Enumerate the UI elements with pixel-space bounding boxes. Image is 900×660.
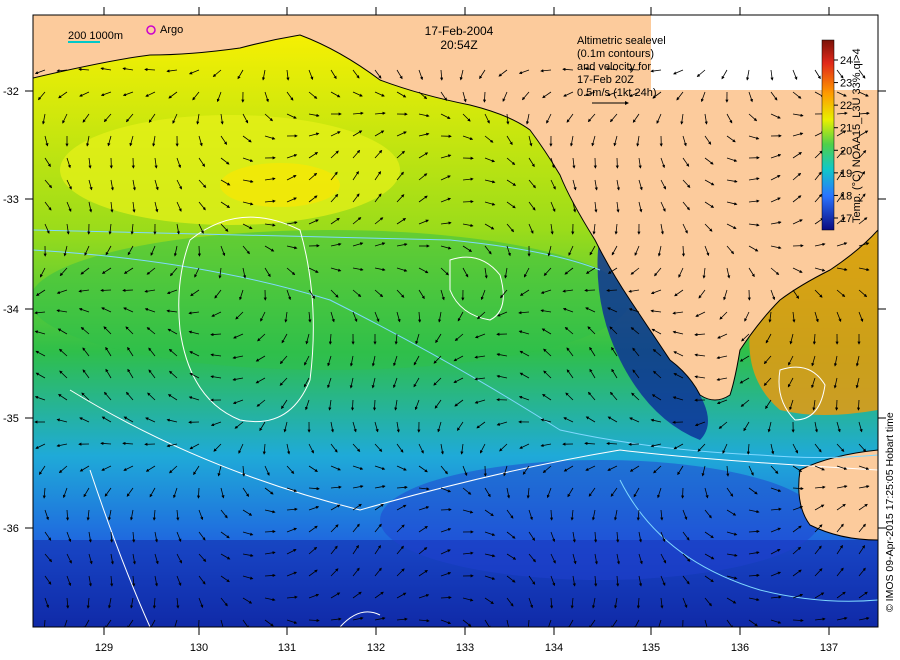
plot-area [33,15,878,627]
velocity-arrow [440,508,452,512]
argo-label: Argo [160,24,183,36]
lat-tick-label: -32 [3,86,19,98]
velocity-arrow [462,200,474,204]
lon-tick-label: 136 [731,642,749,654]
sst-map: 200 1000m Argo 17-Feb-2004 20:54Z Altime… [3,7,896,654]
map-date: 17-Feb-2004 [425,24,494,38]
velocity-arrow [197,245,201,257]
cold-patch [380,460,820,580]
warm-patch [60,115,400,225]
lat-tick-label: -35 [3,413,19,425]
velocity-arrow [100,288,112,292]
colorbar [821,39,835,231]
lon-tick-label: 133 [456,642,474,654]
lat-tick-label: -36 [3,523,19,535]
credit-text: © IMOS 09-Apr-2015 17:25:05 Hobart time [884,412,896,612]
lon-tick-label: 134 [545,642,563,654]
lat-tick-label: -34 [3,304,19,316]
velocity-note-2: and velocity for [577,61,651,73]
velocity-arrow [835,399,839,411]
velocity-arrow [122,288,134,292]
lon-tick-label: 131 [278,642,296,654]
lon-tick-label: 132 [367,642,385,654]
velocity-arrow [681,487,685,499]
lon-tick-label: 130 [190,642,208,654]
velocity-note-0: Altimetric sealevel [577,35,666,47]
scale-label: 200 1000m [68,30,123,42]
lat-tick-label: -33 [3,194,19,206]
velocity-note-4: 0.5m/s (1kt 24h) [577,87,656,99]
lon-tick-label: 135 [642,642,660,654]
velocity-note-1: (0.1m contours) [577,48,654,60]
colorbar-title: Temp. (°C) NOAA15_L3U 33% qi>4 [851,48,863,223]
velocity-note-3: 17-Feb 20Z [577,74,634,86]
lon-tick-label: 137 [820,642,838,654]
warm-core [220,163,340,207]
velocity-arrow [584,288,596,292]
lon-tick-label: 129 [95,642,113,654]
map-time: 20:54Z [440,38,477,52]
